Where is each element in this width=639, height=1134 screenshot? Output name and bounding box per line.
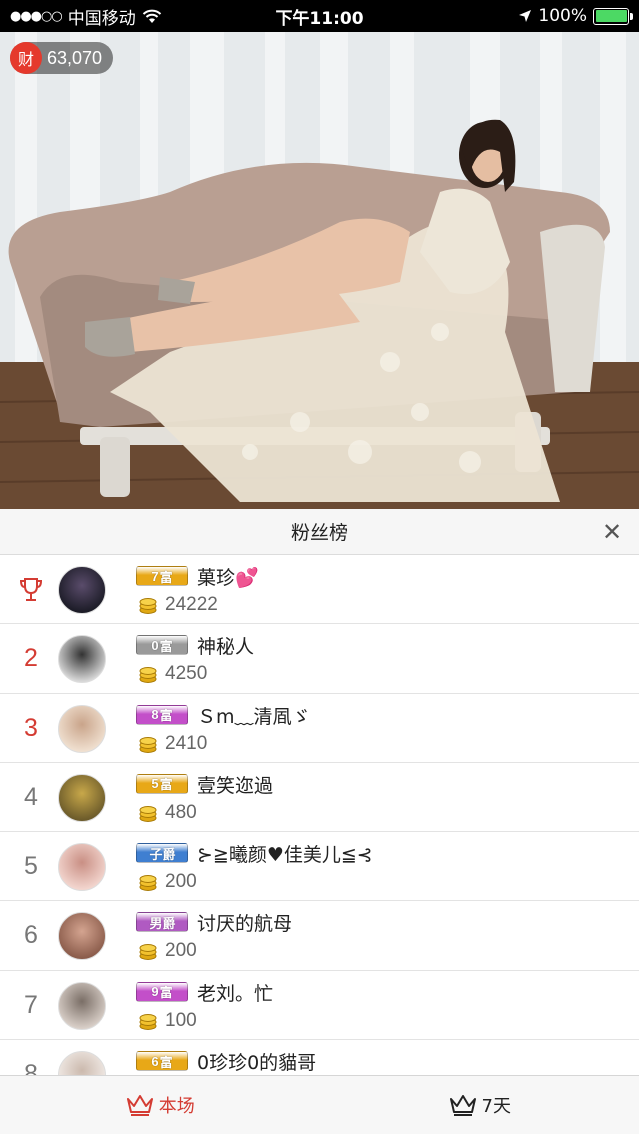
level-badge: 男爵 — [136, 912, 188, 933]
avatar[interactable] — [58, 912, 106, 961]
tab-this-show[interactable]: 本场 — [0, 1076, 320, 1134]
level-badge: 5富 — [136, 773, 188, 794]
fan-score: 24222 — [165, 594, 218, 615]
fan-score: 2410 — [165, 732, 208, 754]
badge-title: 男爵 — [149, 916, 176, 932]
fan-score: 100 — [165, 1009, 197, 1031]
level-badge: 7富 — [136, 566, 188, 586]
rank-number — [0, 555, 62, 624]
rank-number: 8 — [24, 1060, 38, 1075]
coin-icon — [139, 805, 157, 822]
badge-level: 8 — [151, 707, 159, 723]
tab-7-days[interactable]: 7天 — [320, 1076, 639, 1134]
battery-percent: 100% — [538, 6, 587, 26]
avatar[interactable] — [58, 1051, 106, 1075]
wealth-icon: 财 — [10, 42, 42, 74]
coin-icon — [139, 875, 157, 892]
signal-dots-icon: ●●●○○ — [10, 8, 63, 24]
tab-label: 7天 — [481, 1096, 511, 1117]
avatar[interactable] — [58, 635, 106, 684]
level-badge: 0富 — [136, 635, 188, 656]
badge-title: 子爵 — [149, 847, 176, 863]
location-arrow-icon — [519, 10, 532, 22]
coin-icon — [139, 598, 157, 614]
fan-row[interactable]: 4 5 富壹笑迩過 480 — [0, 763, 639, 833]
wealth-value: 63,070 — [47, 47, 103, 68]
fan-score: 200 — [165, 871, 197, 893]
badge-title: 富 — [159, 570, 173, 586]
crown-icon — [126, 1095, 153, 1116]
badge-level: 0 — [151, 637, 159, 653]
badge-level: 7 — [151, 568, 159, 584]
battery-icon — [593, 7, 633, 25]
trophy-icon — [19, 577, 43, 601]
coin-icon — [139, 1013, 157, 1030]
fan-rank-header: 粉丝榜 ✕ — [0, 509, 639, 555]
avatar[interactable] — [58, 981, 106, 1030]
fan-name: 老刘。忙 — [197, 982, 274, 1005]
fan-row[interactable]: 7 9 富老刘。忙 100 — [0, 971, 639, 1041]
fan-row[interactable]: 8 6 富 0珍珍0的貓哥 — [0, 1040, 639, 1075]
avatar[interactable] — [58, 843, 106, 892]
fan-name: Ｓm﹏清凮ゞ — [197, 705, 311, 728]
fan-name: 菓珍💕 — [197, 567, 259, 589]
level-badge: 9富 — [136, 981, 188, 1002]
badge-title: 富 — [159, 986, 173, 1002]
avatar[interactable] — [58, 773, 106, 822]
fan-row[interactable]: 6 男爵 讨厌的航母 200 — [0, 901, 639, 971]
carrier-label: 中国移动 — [67, 8, 136, 29]
avatar[interactable] — [58, 704, 106, 753]
fan-name: ⊱≧曦颜♥佳美儿≦⊰ — [197, 844, 373, 867]
close-icon[interactable]: ✕ — [599, 519, 625, 545]
status-right: 100% — [518, 6, 633, 26]
rank-number: 5 — [24, 852, 38, 881]
fan-score: 4250 — [165, 663, 208, 685]
photo-illustration — [0, 32, 639, 509]
coin-icon — [139, 944, 157, 961]
live-photo: 财 63,070 — [0, 32, 639, 509]
level-badge: 8富 — [136, 704, 188, 725]
rank-number: 4 — [24, 782, 38, 811]
level-badge: 子爵 — [136, 843, 188, 864]
fan-row[interactable]: 3 8 富 Ｓm﹏清凮ゞ 2410 — [0, 694, 639, 763]
badge-title: 富 — [159, 709, 173, 725]
coin-icon — [139, 736, 157, 753]
wifi-icon — [142, 9, 161, 23]
battery-fill — [595, 10, 627, 22]
fan-name: 神秘人 — [197, 636, 255, 659]
rank-number: 3 — [24, 713, 38, 742]
fan-name: 0珍珍0的貓哥 — [197, 1052, 317, 1075]
coin-icon — [139, 667, 157, 684]
wealth-counter[interactable]: 财 63,070 — [10, 42, 114, 74]
rank-number: 7 — [24, 990, 38, 1019]
status-left: ●●●○○ 中国移动 — [10, 4, 162, 29]
fan-name: 壹笑迩過 — [197, 774, 274, 797]
tab-label: 本场 — [158, 1096, 195, 1117]
tab-bar: 本场 7天 — [0, 1075, 639, 1134]
panel-title: 粉丝榜 — [290, 522, 348, 544]
level-badge: 6富 — [136, 1051, 188, 1072]
badge-title: 富 — [159, 1055, 173, 1071]
badge-title: 富 — [159, 778, 173, 794]
fan-row[interactable]: 7 富菓珍💕 24222 — [0, 555, 639, 625]
fan-row[interactable]: 2 0 富神秘人 4250 — [0, 624, 639, 694]
rank-number: 2 — [24, 644, 38, 673]
fan-score: 200 — [165, 940, 197, 962]
badge-level: 5 — [151, 776, 159, 792]
fan-list[interactable]: 7 富菓珍💕 24222 2 0 富神秘人 4250 3 8 富 Ｓm﹏清凮ゞ 2410 4 5 富壹笑迩過… — [0, 555, 639, 1075]
status-bar: ●●●○○ 中国移动 下午11:00 100% — [0, 0, 639, 32]
badge-level: 9 — [151, 984, 159, 1000]
fan-score: 480 — [165, 801, 197, 823]
fan-name: 讨厌的航母 — [197, 913, 293, 936]
fan-row[interactable]: 5 子爵 ⊱≧曦颜♥佳美儿≦⊰ 200 — [0, 832, 639, 902]
crown-icon — [449, 1095, 476, 1116]
rank-number: 6 — [24, 921, 38, 950]
badge-level: 6 — [151, 1053, 159, 1069]
badge-title: 富 — [159, 639, 173, 655]
avatar[interactable] — [58, 566, 106, 614]
